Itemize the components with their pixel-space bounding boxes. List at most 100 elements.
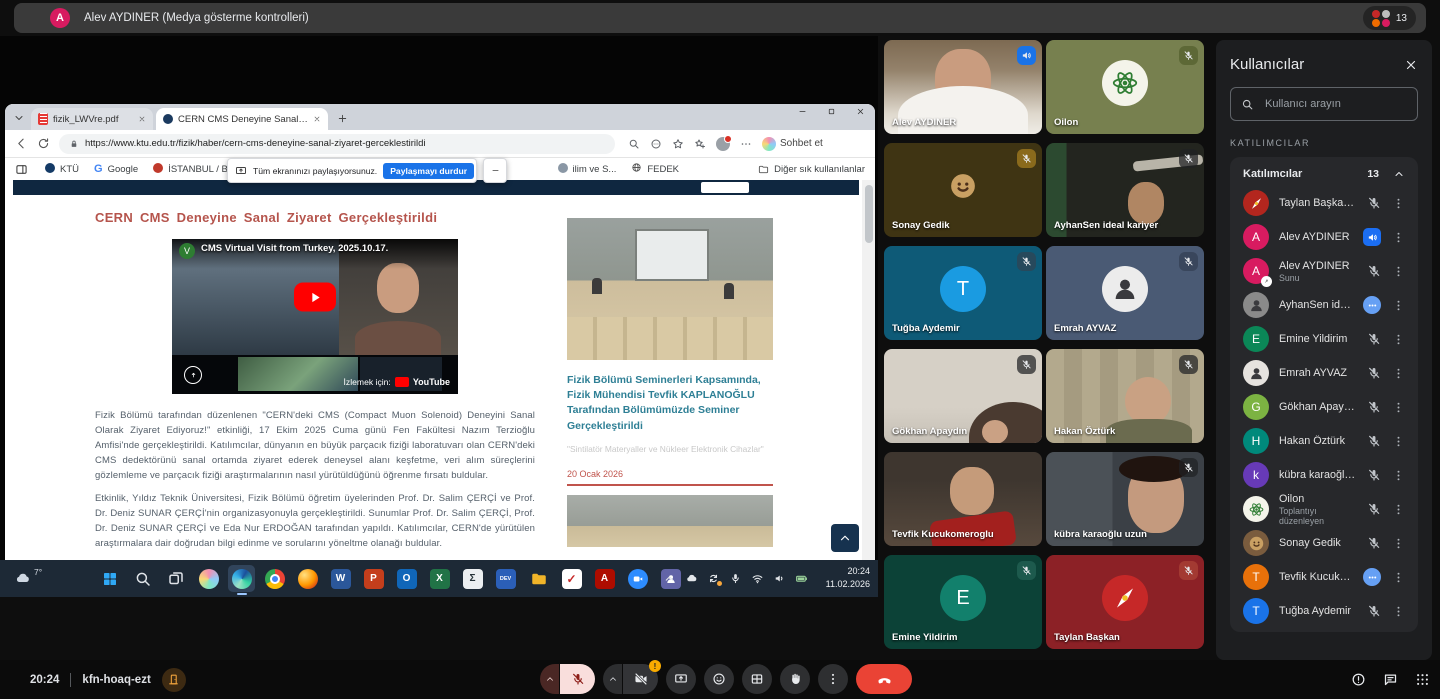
video-tile-k-bra-karao-lu-uzun[interactable]: kübra karaoğlu uzun — [1046, 452, 1204, 546]
meeting-details-icon[interactable] — [1351, 672, 1366, 687]
url-text[interactable]: https://www.ktu.edu.tr/fizik/haber/cern-… — [85, 138, 426, 149]
copilot-chat-button[interactable]: Sohbet et — [762, 137, 823, 151]
participant-row-oilontoplant-y-d-zenleyen[interactable]: OilonToplantıyı düzenleyen — [1230, 492, 1418, 526]
more-options-icon[interactable] — [1392, 537, 1405, 550]
present-button[interactable] — [666, 664, 696, 694]
other-favorites-button[interactable]: Diğer sık kullanılanlar — [758, 164, 865, 175]
search-taskbar-icon[interactable] — [129, 565, 156, 592]
excel-taskbar-icon[interactable]: X — [426, 565, 453, 592]
participant-row-alev-aydiner[interactable]: AAlev AYDINER — [1230, 220, 1418, 254]
chat-icon[interactable] — [1383, 672, 1398, 687]
word-taskbar-icon[interactable]: W — [327, 565, 354, 592]
channel-avatar[interactable]: V — [179, 243, 195, 259]
more-options-icon[interactable] — [1392, 231, 1405, 244]
taskbar-clock[interactable]: 20:24 11.02.2026 — [826, 565, 870, 591]
sidebar-article-title[interactable]: Fizik Bölümü Seminerleri Kapsamında, Fiz… — [567, 373, 773, 434]
participant-row-tevfik-kucukomeroglu[interactable]: TTevfik Kucukomeroglu — [1230, 560, 1418, 594]
more-options-icon[interactable] — [1392, 333, 1405, 346]
video-tile-g-khan-apayd-n[interactable]: Gökhan Apaydın — [884, 349, 1042, 443]
page-scrollbar[interactable] — [862, 180, 875, 560]
hide-share-bar-button[interactable] — [483, 158, 507, 183]
youtube-play-button[interactable] — [294, 283, 336, 312]
bookmark-fedek[interactable]: FEDEK — [631, 162, 679, 176]
watch-on-youtube[interactable]: İzlemek için: YouTube — [344, 377, 450, 387]
address-bar[interactable]: https://www.ktu.edu.tr/fizik/haber/cern-… — [59, 134, 615, 154]
firefox-taskbar-icon[interactable] — [294, 565, 321, 592]
chevron-up-tray-icon[interactable] — [663, 572, 676, 585]
video-tile-oilon[interactable]: Oilon — [1046, 40, 1204, 134]
vestel-check-taskbar-icon[interactable]: ✓ — [558, 565, 585, 592]
collapse-icon[interactable] — [1393, 168, 1405, 180]
video-tile-tevfik-kucukomeroglu[interactable]: Tevfik Kucukomeroglu — [884, 452, 1042, 546]
bookmark-ilim-ve-s[interactable]: ilim ve S... — [558, 163, 617, 176]
more-options-icon[interactable] — [1392, 605, 1405, 618]
video-tile-taylan-ba-kan[interactable]: Taylan Başkan — [1046, 555, 1204, 649]
reader-icon[interactable] — [650, 138, 662, 150]
video-tile-sonay-gedik[interactable]: Sonay Gedik — [884, 143, 1042, 237]
video-tile-ayhansen-ideal-kariyer[interactable]: AyhanSen ideal kariyer — [1046, 143, 1204, 237]
video-tile-hakan-zt-rk[interactable]: Hakan Öztürk — [1046, 349, 1204, 443]
activities-button[interactable] — [742, 664, 772, 694]
camera-toggle-button[interactable]: ! — [623, 664, 658, 694]
apps-grid-icon[interactable] — [1415, 672, 1430, 687]
video-tile-tu-ba-aydemir[interactable]: TTuğba Aydemir — [884, 246, 1042, 340]
sidebar-article[interactable]: Fizik Bölümü Seminerleri Kapsamında, Fiz… — [567, 218, 773, 547]
zoom-app-taskbar-icon[interactable] — [624, 565, 651, 592]
participant-count-pill[interactable]: 13 — [1363, 6, 1416, 30]
powerpoint-taskbar-icon[interactable]: P — [360, 565, 387, 592]
profile-avatar[interactable] — [716, 137, 730, 151]
mic-options-button[interactable] — [540, 664, 559, 694]
microphone-tray-icon[interactable] — [729, 572, 742, 585]
user-search-box[interactable] — [1230, 87, 1418, 121]
battery-tray-icon[interactable] — [795, 572, 808, 585]
minimize-window-icon[interactable] — [798, 107, 807, 116]
sidebar-toggle-icon[interactable] — [15, 163, 28, 176]
more-options-button[interactable] — [818, 664, 848, 694]
more-options-icon[interactable] — [1392, 367, 1405, 380]
participant-row-alev-aydinersunu[interactable]: AAlev AYDINERSunu — [1230, 254, 1418, 288]
start-taskbar-icon[interactable] — [96, 565, 123, 592]
close-tab-icon[interactable] — [138, 115, 146, 123]
volume-tray-icon[interactable] — [773, 572, 786, 585]
more-options-icon[interactable] — [1392, 469, 1405, 482]
more-options-icon[interactable] — [1392, 299, 1405, 312]
edge-taskbar-icon[interactable] — [228, 565, 255, 592]
participant-row-emrah-ayvaz[interactable]: Emrah AYVAZ — [1230, 356, 1418, 390]
tab-cern-cms[interactable]: CERN CMS Deneyine Sanal Ziyaret — [156, 108, 328, 130]
room-status-chip[interactable] — [162, 668, 186, 692]
bookmark-kt[interactable]: KTÜ — [45, 163, 79, 176]
chrome-taskbar-icon[interactable] — [261, 565, 288, 592]
weather-widget[interactable]: 7° — [14, 567, 42, 587]
video-tile-alev-aydiner[interactable]: Alev AYDINER — [884, 40, 1042, 134]
participant-row-taylan-ba-kan-siz[interactable]: Taylan Başkan (Siz) — [1230, 186, 1418, 220]
participant-row-emine-yildirim[interactable]: EEmine Yildirim — [1230, 322, 1418, 356]
more-options-icon[interactable] — [1392, 503, 1405, 516]
youtube-embed[interactable]: V CMS Virtual Visit from Turkey, 2025.10… — [172, 239, 458, 394]
more-options-icon[interactable] — [1392, 571, 1405, 584]
tab-search-icon[interactable] — [13, 112, 25, 124]
participant-row-k-bra-karao-lu-uzun[interactable]: kkübra karaoğlu uzun — [1230, 458, 1418, 492]
video-title[interactable]: CMS Virtual Visit from Turkey, 2025.10.1… — [201, 243, 388, 254]
origin-taskbar-icon[interactable]: Σ — [459, 565, 486, 592]
site-search-box[interactable] — [701, 182, 749, 193]
more-options-icon[interactable] — [1392, 401, 1405, 414]
new-tab-button[interactable] — [337, 113, 348, 124]
wifi-tray-icon[interactable] — [751, 572, 764, 585]
video-share-button[interactable] — [184, 366, 202, 384]
more-icon[interactable] — [740, 138, 752, 150]
reactions-button[interactable] — [704, 664, 734, 694]
dev-cpp-taskbar-icon[interactable]: DEV — [492, 565, 519, 592]
video-tile-emine-yildirim[interactable]: EEmine Yildirim — [884, 555, 1042, 649]
file-explorer-taskbar-icon[interactable] — [525, 565, 552, 592]
raise-hand-button[interactable] — [780, 664, 810, 694]
favorite-star-icon[interactable] — [672, 138, 684, 150]
scrollbar-thumb[interactable] — [865, 185, 873, 243]
participant-row-tu-ba-aydemir[interactable]: TTuğba Aydemir — [1230, 594, 1418, 628]
acrobat-taskbar-icon[interactable]: A — [591, 565, 618, 592]
mic-toggle-button[interactable] — [560, 664, 595, 694]
close-window-icon[interactable] — [856, 107, 865, 116]
copilot-taskbar-icon[interactable] — [195, 565, 222, 592]
bookmark-google[interactable]: GGoogle — [94, 163, 138, 175]
participant-row-hakan-zt-rk[interactable]: HHakan Öztürk — [1230, 424, 1418, 458]
tab-pdf[interactable]: fizik_LWVre.pdf — [31, 108, 153, 130]
